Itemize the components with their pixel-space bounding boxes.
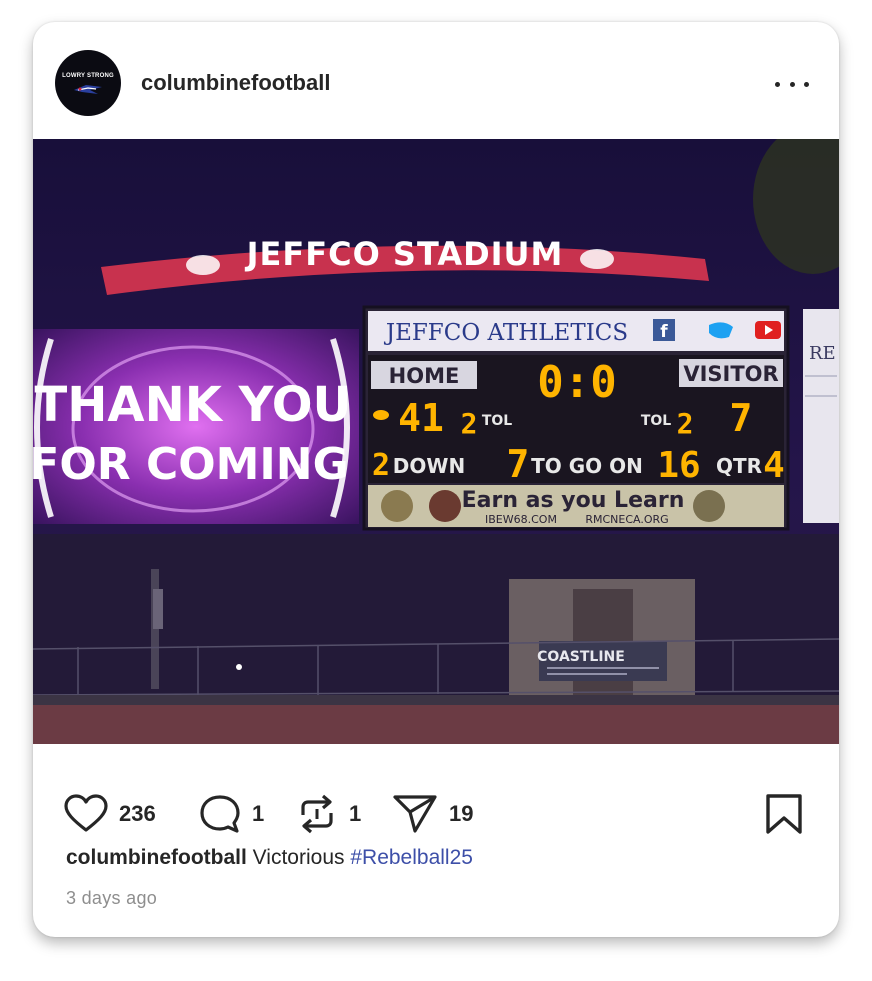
visitor-tol: 2 bbox=[677, 407, 694, 440]
fence-sign-text: COASTLINE bbox=[537, 649, 625, 665]
possession-icon bbox=[373, 410, 389, 420]
like-count: 236 bbox=[119, 801, 156, 826]
like-button[interactable]: 236 bbox=[63, 794, 156, 834]
home-tol: 2 bbox=[461, 407, 478, 440]
side-sign-text: RE bbox=[809, 343, 836, 364]
home-tol-label: TOL bbox=[482, 413, 512, 429]
caption: columbinefootball Victorious #Rebelball2… bbox=[66, 846, 473, 870]
to-go-label: TO GO ON bbox=[531, 454, 643, 478]
sponsor-url2: RMCNECA.ORG bbox=[585, 513, 668, 526]
sponsor-header: JEFFCO ATHLETICS bbox=[384, 320, 628, 346]
stadium-scene: JEFFCO STADIUM THANK YOU FOR COMING JEFF… bbox=[33, 139, 839, 744]
video-board-line1: THANK YOU bbox=[35, 377, 352, 433]
sponsor-url1: IBEW68.COM bbox=[485, 513, 557, 526]
swoosh-logo-icon bbox=[186, 255, 220, 275]
comment-button[interactable]: 1 bbox=[198, 794, 264, 834]
quarter: 4 bbox=[763, 445, 785, 486]
username[interactable]: columbinefootball bbox=[141, 70, 330, 96]
post-timestamp: 3 days ago bbox=[66, 888, 158, 908]
emblem-icon bbox=[693, 490, 725, 522]
share-button[interactable]: 19 bbox=[391, 794, 473, 834]
neca-seal-icon bbox=[429, 490, 461, 522]
sponsor-slogan: Earn as you Learn bbox=[462, 488, 685, 513]
repost-count: 1 bbox=[349, 801, 362, 826]
swoosh-logo-icon bbox=[580, 249, 614, 269]
visitor-score: 7 bbox=[730, 396, 753, 440]
more-dots-icon[interactable] bbox=[775, 78, 809, 90]
game-clock: 0:0 bbox=[537, 357, 616, 408]
visitor-label: VISITOR bbox=[683, 362, 778, 386]
heart-icon bbox=[64, 794, 108, 832]
action-bar: 236 1 1 19 bbox=[33, 744, 839, 844]
side-sign bbox=[803, 309, 839, 523]
down: 2 bbox=[372, 448, 390, 483]
visitor-tol-label: TOL bbox=[641, 413, 671, 429]
to-go: 7 bbox=[507, 442, 530, 486]
post-card: LOWRY STRONG columbinefootball JEFFCO ST… bbox=[33, 22, 839, 937]
paper-plane-icon bbox=[393, 795, 437, 833]
union-seal-icon bbox=[381, 490, 413, 522]
svg-text:f: f bbox=[660, 322, 668, 342]
down-label: DOWN bbox=[393, 454, 465, 478]
caption-hashtag[interactable]: #Rebelball25 bbox=[350, 846, 473, 869]
video-board-line2: FOR COMING bbox=[33, 439, 349, 490]
patriot-logo-icon bbox=[74, 85, 102, 94]
running-track bbox=[33, 705, 839, 744]
qtr-label: QTR bbox=[716, 454, 762, 478]
post-photo[interactable]: JEFFCO STADIUM THANK YOU FOR COMING JEFF… bbox=[33, 139, 839, 744]
caption-text: Victorious bbox=[252, 846, 345, 869]
avatar-text: LOWRY STRONG bbox=[62, 73, 114, 79]
post-header: LOWRY STRONG columbinefootball bbox=[33, 22, 839, 139]
comment-count: 1 bbox=[252, 801, 265, 826]
home-label: HOME bbox=[389, 364, 460, 388]
home-score: 41 bbox=[398, 396, 444, 440]
caption-username[interactable]: columbinefootball bbox=[66, 846, 247, 869]
stadium-name: JEFFCO STADIUM bbox=[245, 235, 564, 273]
speech-bubble-icon bbox=[200, 795, 240, 833]
ball-on: 16 bbox=[657, 445, 700, 486]
repost-arrows-icon bbox=[301, 794, 333, 834]
avatar[interactable]: LOWRY STRONG bbox=[55, 50, 121, 116]
repost-button[interactable]: 1 bbox=[295, 794, 361, 834]
bookmark-icon bbox=[766, 794, 802, 834]
save-button[interactable] bbox=[764, 794, 804, 834]
share-count: 19 bbox=[449, 801, 474, 826]
